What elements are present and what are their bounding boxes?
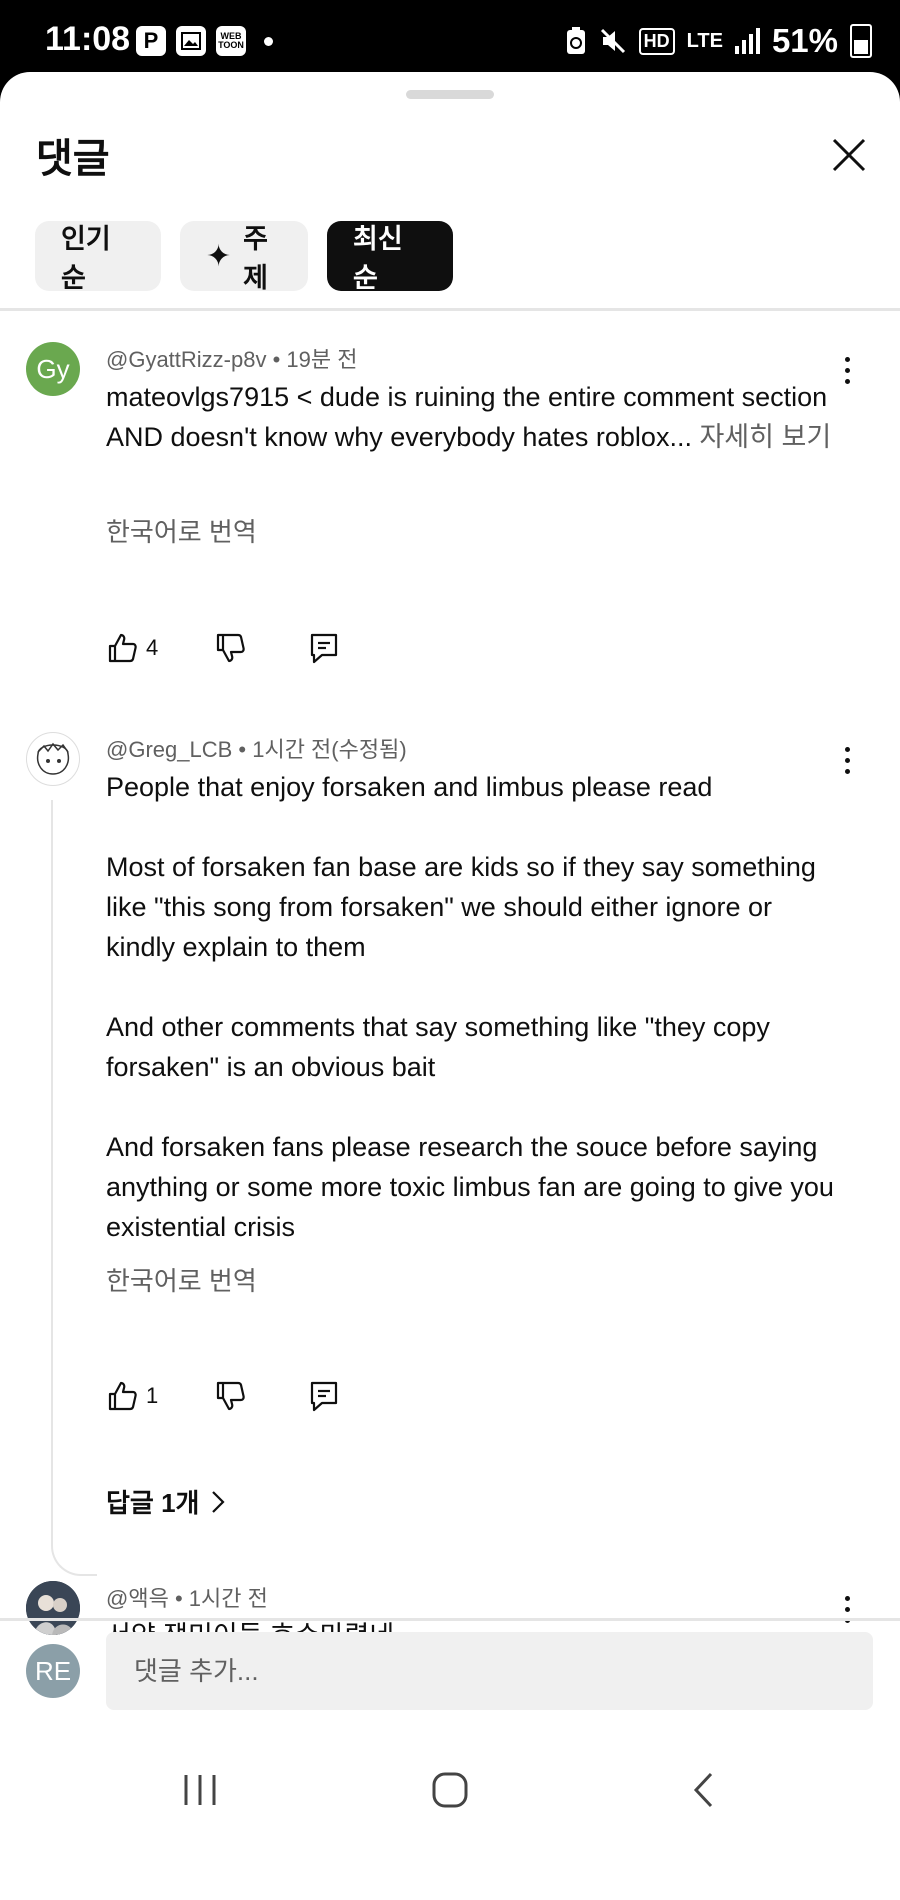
recent-apps-button[interactable]	[155, 1752, 245, 1828]
chip-newest[interactable]: 최신순	[327, 221, 453, 293]
reply-icon	[311, 1381, 338, 1412]
more-notifications-dot	[264, 36, 273, 46]
reply-button[interactable]	[308, 1380, 340, 1412]
chip-topics[interactable]: ✦ 주제	[180, 221, 308, 293]
read-more-link[interactable]: 자세히 보기	[699, 422, 831, 452]
reply-button[interactable]	[308, 632, 340, 664]
sheet-title: 댓글	[36, 137, 110, 181]
back-icon	[693, 1772, 713, 1808]
user-avatar: RE	[26, 1644, 80, 1698]
status-right: HD LTE 51%	[565, 22, 872, 60]
translate-link[interactable]: 한국어로 번역	[106, 1261, 257, 1298]
chevron-right-icon	[212, 1490, 226, 1513]
comment-meta: @Greg_LCB • 1시간 전(수정됨)	[106, 737, 407, 762]
comment-author[interactable]: @액윽	[106, 1586, 169, 1611]
close-button[interactable]	[820, 126, 876, 182]
like-button[interactable]: 4	[106, 632, 158, 664]
close-icon	[832, 138, 866, 172]
comment-meta: @GyattRizz-p8v • 19분 전	[106, 347, 358, 372]
mute-icon	[600, 28, 625, 54]
thumbs-down-icon	[217, 1381, 245, 1411]
comment-time: 19분 전	[286, 347, 358, 372]
chip-popular-label: 인기순	[61, 224, 111, 293]
like-count: 4	[146, 635, 159, 660]
thread-line	[51, 800, 97, 1576]
hd-icon: HD	[638, 27, 675, 55]
avatar-initials: Gy	[36, 353, 70, 384]
comment-body: People that enjoy forsaken and limbus pl…	[106, 772, 834, 1242]
thumbs-up-icon	[108, 633, 137, 663]
dislike-button[interactable]	[214, 1380, 246, 1412]
comment-actions: 4	[106, 632, 340, 664]
comment-body: mateovlgs7915 < dude is ruining the enti…	[106, 377, 846, 457]
comment-time: 1시간 전(수정됨)	[252, 737, 407, 762]
image-icon	[176, 26, 206, 56]
webtoon-icon: WEB TOON	[216, 26, 246, 56]
comments-sheet: 댓글 인기순 ✦ 주제 최신순 Gy @GyattRizz-p8v • 19분 …	[0, 72, 900, 1900]
comment-meta: @액윽 • 1시간 전	[106, 1586, 268, 1611]
translate-link[interactable]: 한국어로 번역	[106, 512, 257, 549]
replies-count: 답글 1개	[106, 1488, 200, 1518]
chip-topics-label: 주제	[243, 224, 268, 293]
back-button[interactable]	[658, 1752, 748, 1828]
drawn-avatar-icon	[36, 742, 70, 775]
status-time: 11:08	[45, 20, 131, 58]
thumbs-down-icon	[217, 633, 245, 663]
avatar[interactable]	[26, 1581, 80, 1635]
thumbs-up-icon	[108, 1381, 137, 1411]
avatar[interactable]	[26, 732, 80, 786]
user-avatar-initials: RE	[34, 1655, 72, 1686]
comment-actions: 1	[106, 1380, 340, 1412]
lte-icon: LTE	[686, 29, 723, 52]
status-bar: 11:08 P WEB TOON HD LTE 51%	[0, 0, 900, 80]
drag-handle[interactable]	[406, 90, 494, 99]
p-icon: P	[136, 26, 166, 56]
sort-chips: 인기순 ✦ 주제 최신순	[35, 221, 453, 293]
avatar[interactable]: Gy	[26, 342, 80, 396]
like-button[interactable]: 1	[106, 1380, 158, 1412]
comment-author[interactable]: @GyattRizz-p8v	[106, 347, 266, 372]
chip-popular[interactable]: 인기순	[35, 221, 161, 293]
reply-icon	[311, 633, 338, 664]
divider	[0, 1618, 900, 1621]
home-button[interactable]	[405, 1752, 495, 1828]
system-nav-bar	[0, 1752, 900, 1828]
view-replies-button[interactable]: 답글 1개	[106, 1483, 226, 1520]
divider	[0, 308, 900, 311]
home-icon	[432, 1772, 468, 1808]
add-comment-input[interactable]	[106, 1632, 873, 1710]
comment-time: 1시간 전	[188, 1586, 268, 1611]
photo-avatar-icon	[26, 1581, 80, 1635]
sparkle-icon: ✦	[206, 239, 232, 273]
chip-newest-label: 최신순	[353, 224, 403, 293]
dislike-button[interactable]	[214, 632, 246, 664]
recent-apps-icon	[184, 1775, 216, 1805]
like-count: 1	[146, 1383, 159, 1408]
battery-percent: 51%	[771, 22, 838, 59]
battery-saver-icon	[566, 27, 585, 54]
battery-icon	[850, 24, 872, 58]
comment-author[interactable]: @Greg_LCB	[106, 737, 232, 762]
notification-icons: P WEB TOON	[136, 26, 273, 56]
signal-icon	[734, 28, 760, 54]
